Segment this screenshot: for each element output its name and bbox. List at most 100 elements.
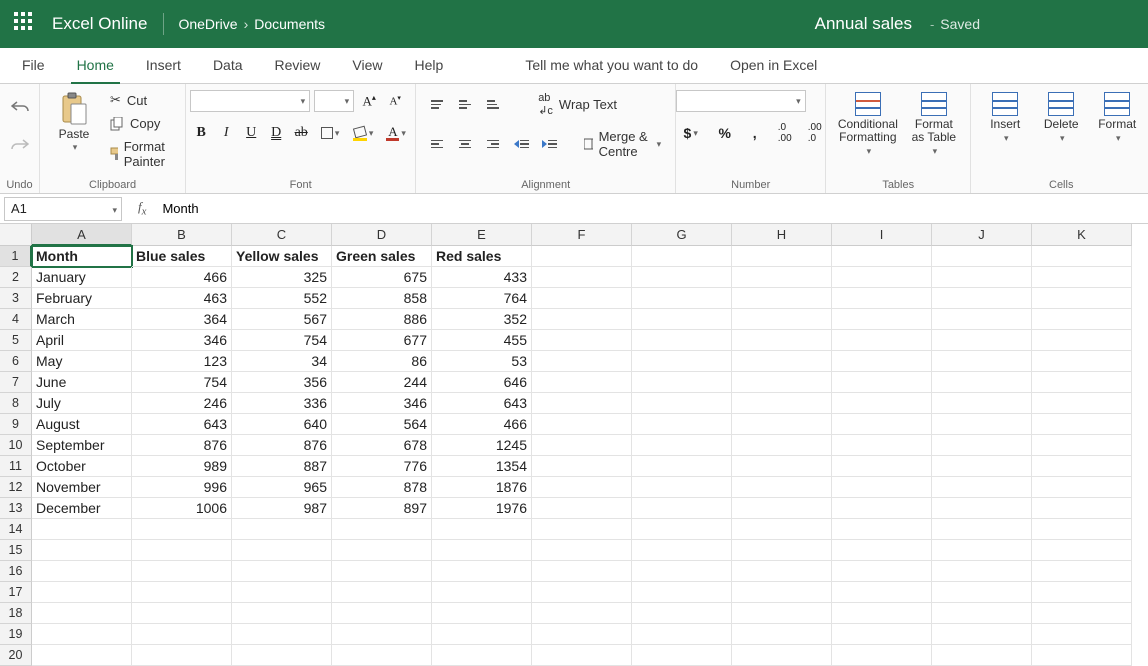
name-box[interactable]: A1▾	[4, 197, 122, 221]
cell[interactable]	[932, 561, 1032, 582]
cell-green[interactable]: 886	[332, 309, 432, 330]
row-header-8[interactable]: 8	[0, 393, 32, 414]
cell[interactable]	[732, 267, 832, 288]
insert-cells-button[interactable]: Insert▾	[981, 90, 1029, 146]
header-cell[interactable]: Green sales	[332, 246, 432, 267]
cell[interactable]	[1032, 414, 1132, 435]
decrease-indent-button[interactable]	[510, 133, 532, 155]
cell-month[interactable]: December	[32, 498, 132, 519]
cell[interactable]	[732, 414, 832, 435]
cell[interactable]	[432, 624, 532, 645]
cell[interactable]	[632, 309, 732, 330]
column-header-E[interactable]: E	[432, 224, 532, 246]
cell-yellow[interactable]: 640	[232, 414, 332, 435]
cell[interactable]	[732, 540, 832, 561]
conditional-formatting-button[interactable]: ConditionalFormatting ▾	[836, 90, 899, 160]
cell[interactable]	[1032, 351, 1132, 372]
cell-blue[interactable]: 463	[132, 288, 232, 309]
cell[interactable]	[232, 519, 332, 540]
cell[interactable]	[932, 645, 1032, 666]
increase-indent-button[interactable]	[538, 133, 560, 155]
italic-button[interactable]: I	[215, 122, 237, 144]
row-header-18[interactable]: 18	[0, 603, 32, 624]
cell[interactable]	[232, 603, 332, 624]
cell[interactable]	[932, 414, 1032, 435]
cell[interactable]	[632, 540, 732, 561]
cell[interactable]	[532, 456, 632, 477]
cell[interactable]	[832, 267, 932, 288]
cell[interactable]	[932, 582, 1032, 603]
cell[interactable]	[932, 540, 1032, 561]
cell[interactable]	[932, 372, 1032, 393]
tab-review[interactable]: Review	[259, 48, 337, 83]
align-right-button[interactable]	[482, 133, 504, 155]
cell[interactable]	[332, 540, 432, 561]
cell[interactable]	[532, 603, 632, 624]
row-header-20[interactable]: 20	[0, 645, 32, 666]
row-header-6[interactable]: 6	[0, 351, 32, 372]
cell[interactable]	[532, 540, 632, 561]
cell[interactable]	[232, 582, 332, 603]
cell[interactable]	[832, 582, 932, 603]
cell[interactable]	[932, 624, 1032, 645]
cell[interactable]	[732, 561, 832, 582]
cell-month[interactable]: August	[32, 414, 132, 435]
cell-yellow[interactable]: 754	[232, 330, 332, 351]
breadcrumb-onedrive[interactable]: OneDrive	[178, 16, 237, 32]
cell[interactable]	[832, 309, 932, 330]
cell[interactable]	[632, 477, 732, 498]
cell[interactable]	[832, 330, 932, 351]
cell-green[interactable]: 897	[332, 498, 432, 519]
cell-green[interactable]: 678	[332, 435, 432, 456]
cell[interactable]	[832, 498, 932, 519]
bold-button[interactable]: B	[190, 122, 212, 144]
cell[interactable]	[32, 624, 132, 645]
cell-blue[interactable]: 996	[132, 477, 232, 498]
cell[interactable]	[832, 414, 932, 435]
cell[interactable]	[632, 498, 732, 519]
cell[interactable]	[732, 309, 832, 330]
cell[interactable]	[732, 372, 832, 393]
column-header-D[interactable]: D	[332, 224, 432, 246]
tab-file[interactable]: File	[6, 48, 61, 83]
column-header-J[interactable]: J	[932, 224, 1032, 246]
cell[interactable]	[1032, 456, 1132, 477]
cell[interactable]	[1032, 582, 1132, 603]
cell-red[interactable]: 1245	[432, 435, 532, 456]
cell[interactable]	[932, 519, 1032, 540]
cell[interactable]	[832, 603, 932, 624]
tab-data[interactable]: Data	[197, 48, 259, 83]
cell-yellow[interactable]: 356	[232, 372, 332, 393]
cell[interactable]	[632, 330, 732, 351]
cell-yellow[interactable]: 552	[232, 288, 332, 309]
cell[interactable]	[32, 645, 132, 666]
cell[interactable]	[732, 519, 832, 540]
row-header-2[interactable]: 2	[0, 267, 32, 288]
cell-red[interactable]: 646	[432, 372, 532, 393]
cell[interactable]	[632, 414, 732, 435]
decrease-font-button[interactable]: A▾	[384, 90, 406, 112]
cell-yellow[interactable]: 567	[232, 309, 332, 330]
cell[interactable]	[132, 582, 232, 603]
undo-button[interactable]	[9, 96, 31, 118]
cell[interactable]	[832, 561, 932, 582]
cell[interactable]	[32, 603, 132, 624]
cell-green[interactable]: 564	[332, 414, 432, 435]
cell-blue[interactable]: 643	[132, 414, 232, 435]
cell[interactable]	[332, 603, 432, 624]
cell[interactable]	[432, 540, 532, 561]
cell-green[interactable]: 858	[332, 288, 432, 309]
cell[interactable]	[432, 519, 532, 540]
cell[interactable]	[932, 603, 1032, 624]
app-launcher-icon[interactable]	[14, 12, 38, 36]
cell-blue[interactable]: 346	[132, 330, 232, 351]
cut-button[interactable]: ✂Cut	[106, 90, 175, 110]
cell[interactable]	[732, 246, 832, 267]
cell[interactable]	[732, 582, 832, 603]
cell-month[interactable]: March	[32, 309, 132, 330]
cell[interactable]	[532, 624, 632, 645]
cell[interactable]	[632, 351, 732, 372]
row-header-7[interactable]: 7	[0, 372, 32, 393]
format-cells-button[interactable]: Format▾	[1093, 90, 1141, 146]
cell[interactable]	[732, 477, 832, 498]
